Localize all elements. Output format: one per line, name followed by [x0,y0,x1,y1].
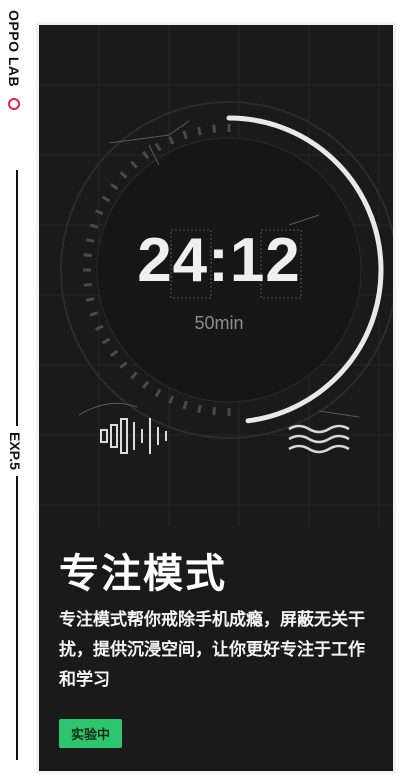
dial-tick [197,404,202,414]
timer-readout: 24:12 [137,226,301,295]
sound-wave-icon [100,418,167,454]
dial-tick [182,400,188,410]
dial-tick [110,182,119,191]
dial-tick [101,195,111,203]
brand-label: OPPO LAB [6,10,22,110]
status-badge[interactable]: 实验中 [59,719,123,748]
dial-tick [101,337,111,345]
side-rail: OPPO LAB EXP.5 [0,0,34,780]
record-dot-icon [8,97,20,110]
timer-duration: 50min [194,313,244,333]
dial-tick [197,126,202,136]
dial-tick [95,209,104,216]
dial-tick [85,297,95,302]
dial-tick [182,130,188,140]
focus-mode-card[interactable]: 24:12 50min 专注模式 专注模式帮你戒除手机成瘾，屏蔽无关干扰，提供沉… [36,22,396,774]
brand-text: OPPO LAB [6,10,22,88]
dial-tick [130,371,138,380]
wave-lines-icon [288,424,350,454]
dial-tick [110,349,119,358]
dial-tick [168,136,175,145]
feature-title: 专注模式 [59,551,227,597]
dial-tick [212,407,217,416]
dial-tick [212,124,217,133]
feature-description: 专注模式帮你戒除手机成瘾，屏蔽无关干扰，提供沉浸空间，让你更好专注于工作和学习 [59,610,365,690]
experiment-label: EXP.5 [7,426,23,476]
dial-tick [141,380,150,389]
dial-tick [154,142,162,152]
dial-tick [154,388,162,398]
dial-tick [168,395,175,404]
dial-tick [130,160,138,169]
dial-tick [119,361,128,369]
dial-tick [119,171,128,179]
dial-tick [141,151,150,160]
